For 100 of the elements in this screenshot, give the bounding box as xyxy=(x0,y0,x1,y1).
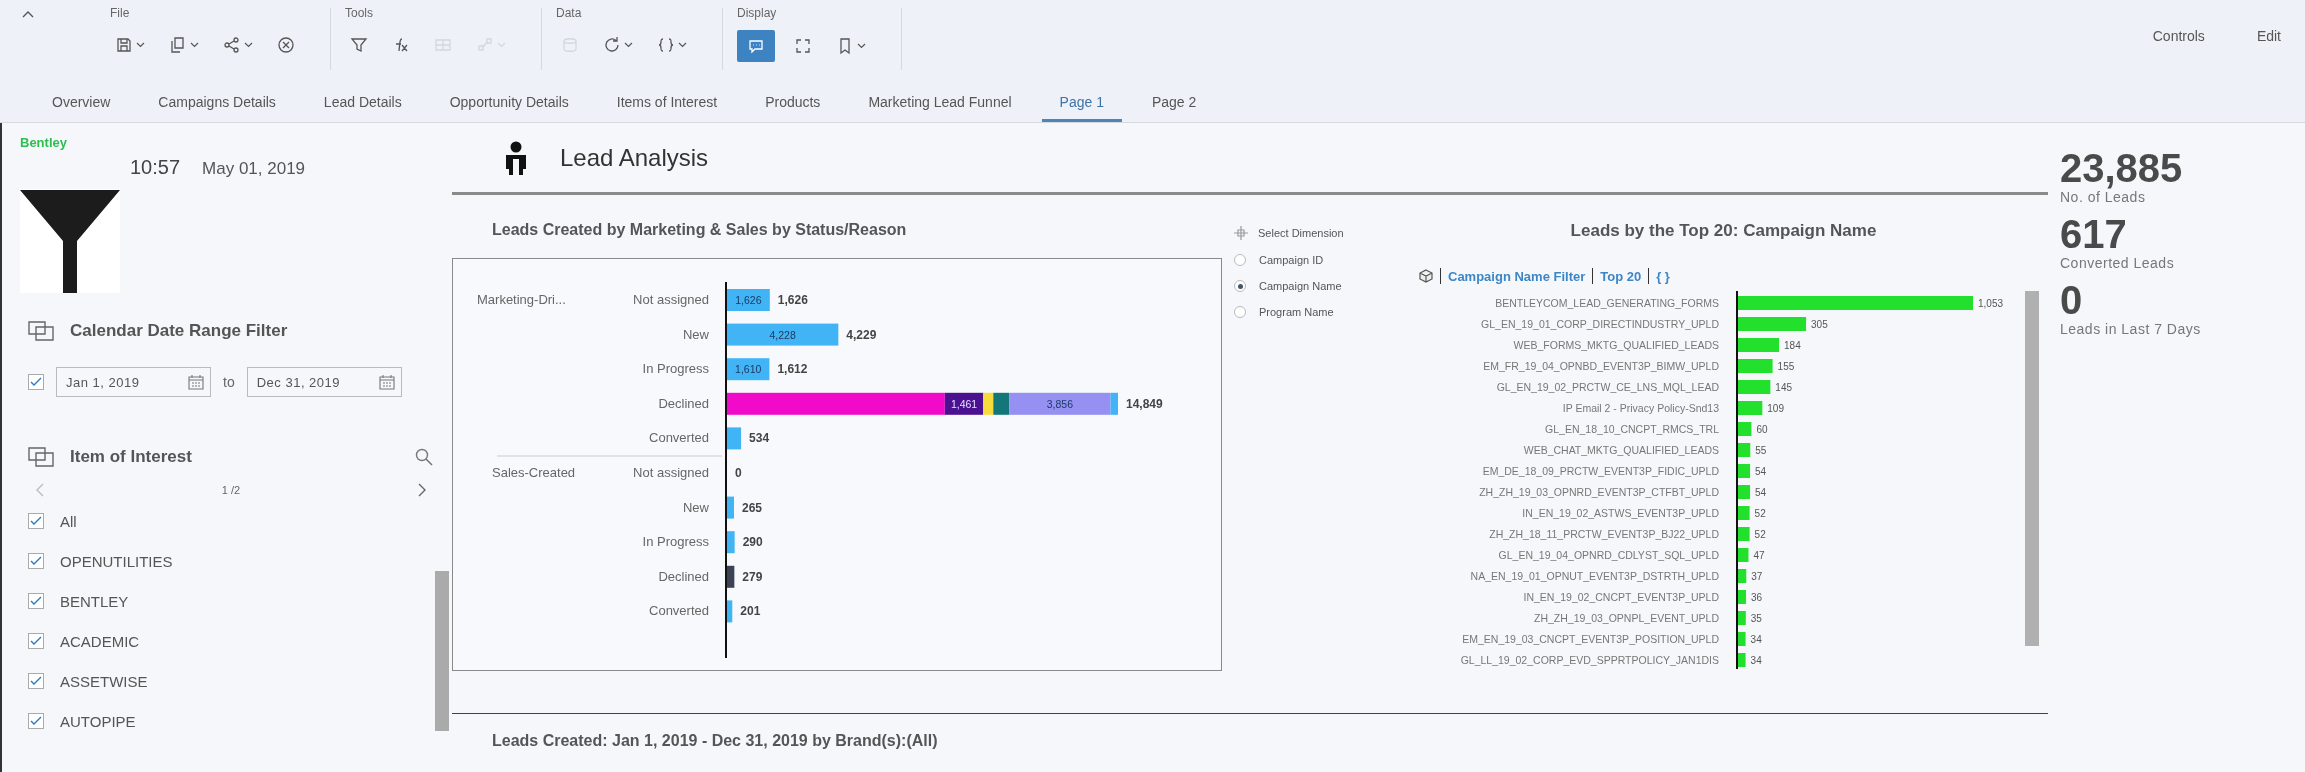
kpi-label: Leads in Last 7 Days xyxy=(2060,321,2202,337)
tab[interactable]: Campaigns Details xyxy=(140,84,294,122)
category-label: GL_EN_18_10_CNCPT_RMCS_TRL xyxy=(1545,423,1719,435)
save-icon xyxy=(115,36,133,54)
search-icon[interactable] xyxy=(415,448,433,466)
filter-link[interactable]: Top 20 xyxy=(1600,268,1642,284)
radio-label[interactable]: Campaign ID xyxy=(1259,254,1324,266)
total-label: 1,612 xyxy=(777,362,808,377)
tab[interactable]: Overview xyxy=(34,84,129,122)
bar-segment[interactable] xyxy=(993,392,1010,415)
filter-link[interactable]: Campaign Name Filter xyxy=(1448,268,1586,284)
tab[interactable]: Opportunity Details xyxy=(431,84,587,122)
copy-icon xyxy=(169,36,187,54)
toolbar-action[interactable]: Controls xyxy=(2152,22,2205,50)
section-title: Leads Created: Jan 1, 2019 - Dec 31, 2019 by Brand(s):(All) xyxy=(492,732,938,749)
radio-button[interactable] xyxy=(1234,254,1246,266)
cube-icon[interactable] xyxy=(1419,269,1433,283)
date: May 01, 2019 xyxy=(202,159,306,179)
scrollbar[interactable] xyxy=(435,571,449,731)
value-label: 145 xyxy=(1775,382,1793,393)
segment-label: 1,626 xyxy=(735,294,762,306)
category-label: GL_LL_19_02_CORP_EVD_SPPRTPOLICY_JAN1DIS xyxy=(1460,654,1719,666)
toolbar-group-label: Data xyxy=(556,6,583,20)
tab[interactable]: Marketing Lead Funnel xyxy=(850,84,1030,122)
checkbox[interactable] xyxy=(28,553,44,569)
bar-segment[interactable] xyxy=(727,289,770,311)
category-label: Not assigned xyxy=(633,292,709,307)
checkbox[interactable] xyxy=(28,673,44,689)
time: 10:57 xyxy=(130,156,181,179)
bar-segment[interactable] xyxy=(727,565,735,588)
value-label: 52 xyxy=(1754,529,1766,540)
category-label: Converted xyxy=(649,603,709,619)
category-label: IN_EN_19_02_CNCPT_EVENT3P_UPLD xyxy=(1523,591,1719,603)
collapse-icon[interactable] xyxy=(22,10,34,18)
tab[interactable]: Products xyxy=(747,84,839,122)
checkbox[interactable] xyxy=(28,374,44,390)
previous-icon[interactable] xyxy=(36,483,44,497)
filter-item-label[interactable]: BENTLEY xyxy=(60,592,129,610)
bar[interactable] xyxy=(1738,590,1747,604)
value-label: 1,053 xyxy=(1978,298,2004,309)
toolbar-group-label: Display xyxy=(737,6,778,20)
radio-label[interactable]: Campaign Name xyxy=(1259,280,1342,292)
person-icon xyxy=(504,140,528,175)
bar[interactable] xyxy=(1738,485,1751,499)
kpi-label: Converted Leads xyxy=(2060,255,2176,271)
checkbox[interactable] xyxy=(28,633,44,649)
date-field[interactable]: Dec 31, 2019 xyxy=(246,367,402,397)
value-label: 54 xyxy=(1755,487,1767,498)
filter-title: Calendar Date Range Filter xyxy=(70,321,288,341)
filter-item-label[interactable]: ASSETWISE xyxy=(60,672,148,690)
braces-icon xyxy=(657,36,675,54)
database-icon xyxy=(561,36,579,54)
toolbar-button[interactable] xyxy=(737,30,775,62)
bar[interactable] xyxy=(1738,338,1780,352)
total-label: 201 xyxy=(740,604,761,619)
kpi-value: 23,885 xyxy=(2060,147,2184,189)
segment-label: 3,856 xyxy=(1046,397,1073,410)
category-label: New xyxy=(683,499,709,515)
filter-item-label[interactable]: All xyxy=(60,512,77,530)
category-label: GL_EN_19_04_OPNRD_CDLYST_SQL_UPLD xyxy=(1498,549,1719,561)
bar-segment[interactable] xyxy=(1009,392,1111,415)
value-label: 109 xyxy=(1767,403,1784,414)
checkbox[interactable] xyxy=(28,593,44,609)
tab[interactable]: Page 2 xyxy=(1133,84,1215,122)
category-label: Declined xyxy=(658,395,709,411)
diagram-icon xyxy=(476,36,494,54)
caret-icon xyxy=(857,43,866,49)
date-field[interactable]: Jan 1, 2019 xyxy=(56,367,211,397)
radio-label[interactable]: Program Name xyxy=(1259,306,1334,318)
bar-segment[interactable] xyxy=(727,358,770,381)
tab[interactable]: Lead Details xyxy=(305,84,420,122)
toolbar-action[interactable]: Edit xyxy=(2256,22,2281,50)
chart-title: Leads Created by Marketing & Sales by Status/Reason xyxy=(492,221,908,239)
table-icon xyxy=(434,36,452,54)
checkbox[interactable] xyxy=(28,513,44,529)
calendar-icon[interactable] xyxy=(378,374,395,390)
scrollbar[interactable] xyxy=(2025,291,2039,646)
filter-link[interactable]: { } xyxy=(1656,268,1670,284)
filter-item-label[interactable]: OPENUTILITIES xyxy=(60,552,173,570)
category-label: IP Email 2 - Privacy Policy-Snd13 xyxy=(1562,402,1719,414)
refresh-icon xyxy=(603,36,621,54)
radio-button[interactable] xyxy=(1234,280,1246,292)
group-label: Sales-Created xyxy=(492,465,576,480)
bar-segment[interactable] xyxy=(727,323,839,346)
filter-item-label[interactable]: ACADEMIC xyxy=(60,632,140,650)
value-label: 37 xyxy=(1751,571,1763,582)
bar[interactable] xyxy=(1738,464,1751,478)
tab[interactable]: Page 1 xyxy=(1041,84,1122,122)
category-label: EM_EN_19_03_CNCPT_EVENT3P_POSITION_UPLD xyxy=(1462,633,1719,645)
caret-icon xyxy=(136,42,145,48)
share-icon xyxy=(223,36,241,54)
filter-item-label[interactable]: AUTOPIPE xyxy=(60,712,136,730)
tab[interactable]: Items of Interest xyxy=(598,84,736,122)
radio-button[interactable] xyxy=(1234,306,1246,318)
calendar-icon[interactable] xyxy=(188,374,204,390)
selector-title: Select Dimension xyxy=(1258,227,1344,239)
checkbox[interactable] xyxy=(28,713,44,729)
value-label: 36 xyxy=(1751,592,1763,603)
next-icon[interactable] xyxy=(418,483,426,497)
range-separator: to xyxy=(223,374,235,390)
